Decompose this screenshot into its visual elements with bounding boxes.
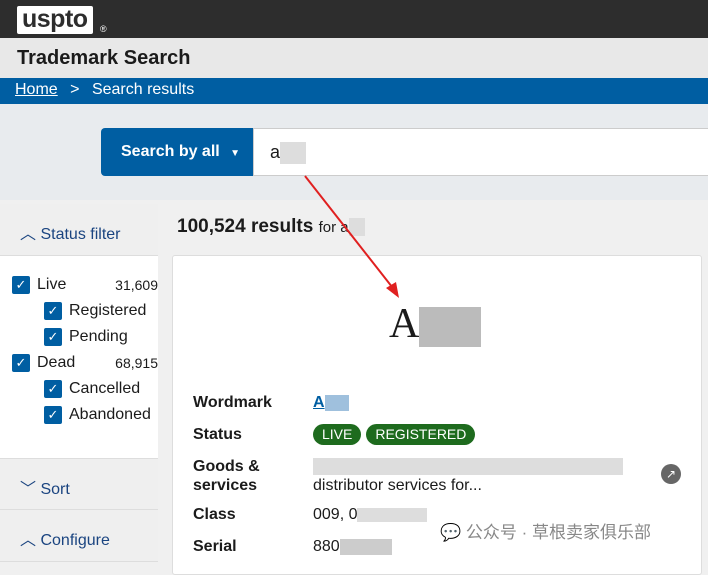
wechat-icon: 💬 — [440, 523, 462, 542]
annotation-arrow — [304, 175, 399, 298]
watermark: 💬 公众号 · 草根卖家俱乐部 — [440, 518, 651, 543]
watermark-text: 公众号 · 草根卖家俱乐部 — [465, 523, 652, 542]
